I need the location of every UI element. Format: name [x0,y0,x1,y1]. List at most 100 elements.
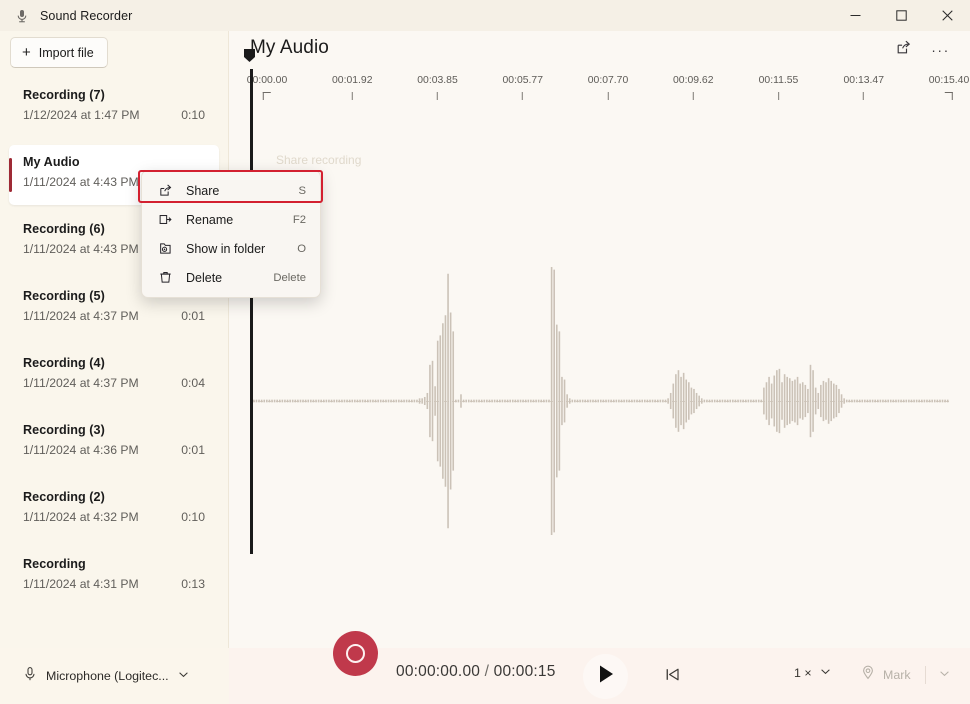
recording-list-item[interactable]: Recording (4) 1/11/2024 at 4:37 PM 0:04 [9,346,219,406]
play-button[interactable] [583,654,628,699]
context-menu-item-show-in-folder[interactable]: Show in folderO [146,234,316,263]
chevron-down-icon [939,666,950,683]
ruler-tick-mark [778,92,779,100]
skip-to-start-button[interactable] [656,660,689,693]
ruler-tick: 00:11.55 [759,75,799,100]
record-icon [346,644,365,663]
recording-date: 1/11/2024 at 4:31 PM [23,577,139,591]
ruler-tick: 00:01.92 [332,75,372,100]
trash-icon [157,270,174,285]
context-menu[interactable]: ShareSRenameF2Show in folderODeleteDelet… [141,170,321,298]
recording-list-item[interactable]: Recording (2) 1/11/2024 at 4:32 PM0:10 [9,480,219,540]
window-controls [832,0,970,31]
share-icon [895,39,912,61]
record-button[interactable] [333,631,378,676]
ruler-tick-label: 00:01.92 [332,75,372,86]
recording-meta: 1/12/2024 at 1:47 PM 0:10 [23,108,205,122]
recording-name: Recording (2) [23,490,205,504]
app-title: Sound Recorder [40,9,132,23]
microphone-selector[interactable]: Microphone (Logitec... [21,661,196,692]
recording-meta: 1/11/2024 at 4:32 PM0:10 [23,510,205,524]
import-file-button[interactable]: + Import file [10,37,108,68]
recording-list-item[interactable]: Recording (7) 1/12/2024 at 1:47 PM 0:10 [9,78,219,138]
map-pin-icon [860,664,876,685]
playback-speed-label: 1 × [794,666,812,680]
sidebar: + Import file Recording (7) 1/12/2024 at … [0,31,229,704]
chevron-down-icon [820,664,831,682]
recording-date: 1/11/2024 at 4:36 PM [23,443,139,457]
waveform-area[interactable] [229,113,970,605]
share-button[interactable] [887,34,920,65]
recording-date: 1/12/2024 at 1:47 PM [23,108,140,122]
recording-meta: 1/11/2024 at 4:37 PM 0:04 [23,376,205,390]
page-title: My Audio [250,37,329,59]
recording-duration: 0:04 [181,376,205,390]
time-display: 00:00:00.00 / 00:00:15 [396,663,556,681]
ruler-corner-mark [263,92,271,100]
mark-dropdown-button[interactable] [931,661,958,689]
recording-date: 1/11/2024 at 4:37 PM [23,376,139,390]
total-time: 00:00:15 [494,663,556,680]
mark-divider [925,666,926,684]
ruler-tick: 00:09.62 [673,75,713,100]
context-menu-item-shortcut: F2 [293,214,306,226]
ruler-tick: 00:03.85 [417,75,457,100]
ruler-tick-label: 00:07.70 [588,75,628,86]
ruler-tick-mark [607,92,608,100]
recording-name: Recording (4) [23,356,205,370]
recording-duration: 0:13 [181,577,205,591]
ruler-tick: 00:15.40 [929,75,969,100]
play-icon [597,664,615,689]
ruler-tick-mark [863,92,864,100]
microphone-icon [14,8,30,24]
share-icon [157,183,174,198]
microphone-icon [23,666,37,687]
timeline-ruler[interactable]: 00:00.0000:01.9200:03.8500:05.7700:07.70… [229,75,970,113]
context-menu-item-delete[interactable]: DeleteDelete [146,263,316,292]
context-menu-item-label: Rename [186,213,293,227]
import-row: + Import file [0,31,228,76]
transport-bar: 00:00:00.00 / 00:00:15 1 × [229,648,970,704]
more-options-button[interactable]: ··· [924,34,957,65]
ruler-tick-label: 00:09.62 [673,75,713,86]
recording-list-item[interactable]: Recording1/11/2024 at 4:31 PM0:13 [9,547,219,607]
recording-name: Recording (7) [23,88,205,102]
ruler-tick-label: 00:05.77 [503,75,543,86]
recordings-list[interactable]: Recording (7)1/12/2024 at 1:47 PM0:10My … [0,78,228,648]
recording-date: 1/11/2024 at 4:43 PM [23,175,139,189]
ruler-tick-label: 00:13.47 [844,75,884,86]
context-menu-item-share[interactable]: ShareS [146,176,316,205]
sound-recorder-app: Sound Recorder + Import file Recording (… [0,0,970,704]
context-menu-item-shortcut: S [298,185,306,197]
recording-meta: 1/11/2024 at 4:36 PM0:01 [23,443,205,457]
more-options-icon: ··· [931,46,950,54]
ruler-tick-mark [693,92,694,100]
minimize-button[interactable] [832,0,878,31]
plus-icon: + [22,45,31,60]
mark-button[interactable]: Mark [851,659,920,690]
recording-duration: 0:10 [181,108,205,122]
recording-duration: 0:01 [181,309,205,323]
rename-icon [157,212,174,227]
maximize-button[interactable] [878,0,924,31]
ruler-tick-label: 00:15.40 [929,75,969,86]
context-menu-item-label: Share [186,184,298,198]
close-button[interactable] [924,0,970,31]
recording-name: Recording (3) [23,423,205,437]
recording-meta: 1/11/2024 at 4:37 PM0:01 [23,309,205,323]
recording-date: 1/11/2024 at 4:32 PM [23,510,139,524]
ruler-tick-mark [437,92,438,100]
ruler-tick-label: 00:03.85 [417,75,457,86]
folder-open-icon [157,241,174,256]
playback-speed-control[interactable]: 1 × [786,659,839,687]
context-menu-item-rename[interactable]: RenameF2 [146,205,316,234]
chevron-down-icon [178,667,189,685]
recording-date: 1/11/2024 at 4:43 PM [23,242,139,256]
recording-meta: 1/11/2024 at 4:31 PM 0:13 [23,577,205,591]
recording-list-item[interactable]: Recording (3) 1/11/2024 at 4:36 PM0:01 [9,413,219,473]
ruler-corner-mark [945,92,953,100]
main-header: My Audio ··· [229,31,970,75]
title-bar: Sound Recorder [0,0,970,31]
ruler-tick: 00:13.47 [844,75,884,100]
ruler-tick: 00:07.70 [588,75,628,100]
